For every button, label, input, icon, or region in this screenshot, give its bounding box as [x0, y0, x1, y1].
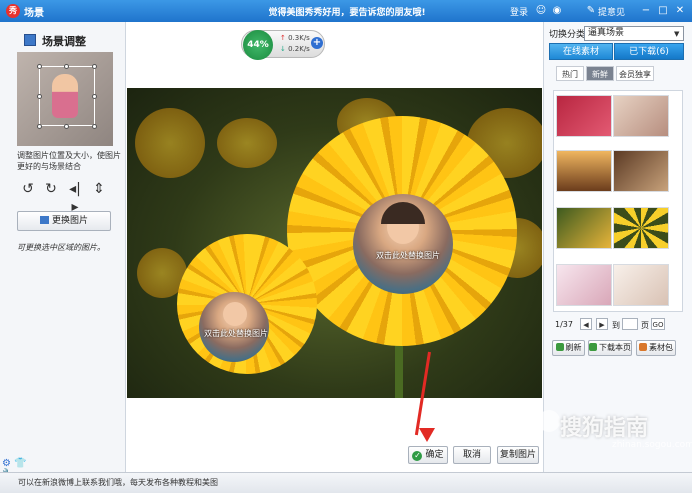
refresh-button[interactable]: 刷新: [552, 340, 585, 356]
copy-image-button[interactable]: 复制图片: [497, 446, 539, 464]
refresh-icon: [555, 343, 564, 351]
crop-handle-l[interactable]: [37, 94, 42, 99]
annotation-text: 可更换选中区域的图片。: [17, 243, 105, 252]
panel-title: 场景调整: [42, 35, 86, 48]
next-page-button[interactable]: ▶: [596, 318, 608, 330]
material-thumb[interactable]: [556, 95, 612, 137]
crop-handle-br[interactable]: [92, 124, 97, 129]
crop-box[interactable]: [39, 66, 95, 126]
replace-image-button[interactable]: 更换图片: [17, 211, 111, 231]
help-bubble-icon[interactable]: ✎: [584, 4, 598, 18]
shirt-icon[interactable]: 👕: [14, 458, 26, 469]
material-thumb[interactable]: [613, 150, 669, 192]
prev-page-button[interactable]: ◀: [580, 318, 592, 330]
window-title: 场景: [24, 8, 44, 19]
minimize-button[interactable]: −: [638, 3, 654, 18]
upload-arrow-icon: ↑: [280, 34, 289, 42]
settings-icon[interactable]: ⚙: [2, 458, 11, 469]
watermark-url: zhinan.sogou.com: [612, 440, 692, 450]
status-icons: ⚙ 👕 🔧: [2, 458, 42, 480]
crop-handle-t[interactable]: [64, 64, 69, 69]
sogou-paw-logo: [538, 410, 560, 432]
category-label: 切换分类: [549, 30, 586, 40]
crop-handle-bl[interactable]: [37, 124, 42, 129]
child-face-2: [223, 302, 247, 326]
maximize-button[interactable]: □: [655, 3, 671, 18]
material-thumb[interactable]: [556, 264, 612, 306]
material-pack-button[interactable]: 素材包: [636, 340, 676, 356]
page-unit-label: 页: [641, 321, 649, 330]
photo-slot-1-label[interactable]: 双击此处替换图片: [376, 250, 440, 261]
rotate-left-icon[interactable]: ↺: [19, 180, 37, 198]
rotate-right-icon[interactable]: ↻: [42, 180, 60, 198]
tab-downloaded[interactable]: 已下载(6): [614, 43, 684, 60]
chevron-down-icon[interactable]: ▼: [674, 30, 679, 38]
page-to-label: 到: [612, 321, 620, 330]
subtab-hot[interactable]: 热门: [556, 66, 584, 81]
go-button[interactable]: GO: [651, 318, 665, 330]
upload-speed: ↑ 0.3K/s: [280, 34, 310, 42]
bokeh-blob: [217, 118, 277, 168]
download-page-button[interactable]: 下载本页: [588, 340, 632, 356]
material-thumb[interactable]: [613, 207, 669, 249]
ok-button[interactable]: ✓ 确定: [408, 446, 448, 464]
page-indicator: 1/37: [555, 320, 573, 329]
scene-canvas[interactable]: 双击此处替换图片 双击此处替换图片: [127, 88, 542, 398]
qq-icon[interactable]: ☺: [534, 4, 548, 18]
status-text[interactable]: 可以在新浪微博上联系我们哦，每天发布各种教程和美图: [18, 477, 218, 488]
login-link[interactable]: 登录: [510, 5, 528, 18]
category-select[interactable]: 逼真场景: [584, 26, 684, 41]
material-thumb[interactable]: [556, 207, 612, 249]
bokeh-blob: [135, 108, 205, 178]
check-icon: ✓: [412, 451, 423, 461]
plus-icon[interactable]: +: [311, 37, 323, 49]
image-icon: [39, 216, 49, 224]
scene-adjust-icon: [24, 34, 36, 46]
download-arrow-icon: ↓: [280, 45, 289, 53]
watermark-text: 搜狗指南: [560, 416, 649, 441]
red-arrow-head: [419, 428, 435, 442]
adjust-hint: 调整图片位置及大小，使图片更好的与场景结合: [17, 151, 121, 171]
subtab-new[interactable]: 新鲜: [586, 66, 614, 81]
subtab-members[interactable]: 会员独享: [616, 66, 654, 81]
material-thumb[interactable]: [613, 264, 669, 306]
material-thumb[interactable]: [613, 95, 669, 137]
feedback-link[interactable]: 提意见: [598, 5, 625, 18]
download-speed: ↓ 0.2K/s: [280, 45, 310, 53]
app-logo: 秀: [6, 4, 20, 18]
download-icon: [589, 343, 597, 351]
photo-slot-2-label[interactable]: 双击此处替换图片: [204, 328, 268, 339]
flip-vertical-icon[interactable]: ⇕: [90, 180, 108, 198]
crop-handle-tl[interactable]: [37, 64, 42, 69]
crop-handle-tr[interactable]: [92, 64, 97, 69]
network-percent[interactable]: 44%: [243, 30, 273, 60]
slogan-text: 觉得美图秀秀好用，要告诉您的朋友哦!: [268, 8, 426, 18]
crop-handle-b[interactable]: [64, 124, 69, 129]
close-button[interactable]: ✕: [672, 3, 688, 18]
tab-online-material[interactable]: 在线素材: [549, 43, 613, 60]
page-input[interactable]: [622, 318, 638, 330]
weibo-icon[interactable]: ◉: [550, 4, 564, 18]
flip-horizontal-icon[interactable]: ◂|▸: [66, 180, 84, 215]
material-thumb[interactable]: [556, 150, 612, 192]
package-icon: [639, 343, 647, 351]
cancel-button[interactable]: 取消: [453, 446, 491, 464]
crop-handle-r[interactable]: [92, 94, 97, 99]
